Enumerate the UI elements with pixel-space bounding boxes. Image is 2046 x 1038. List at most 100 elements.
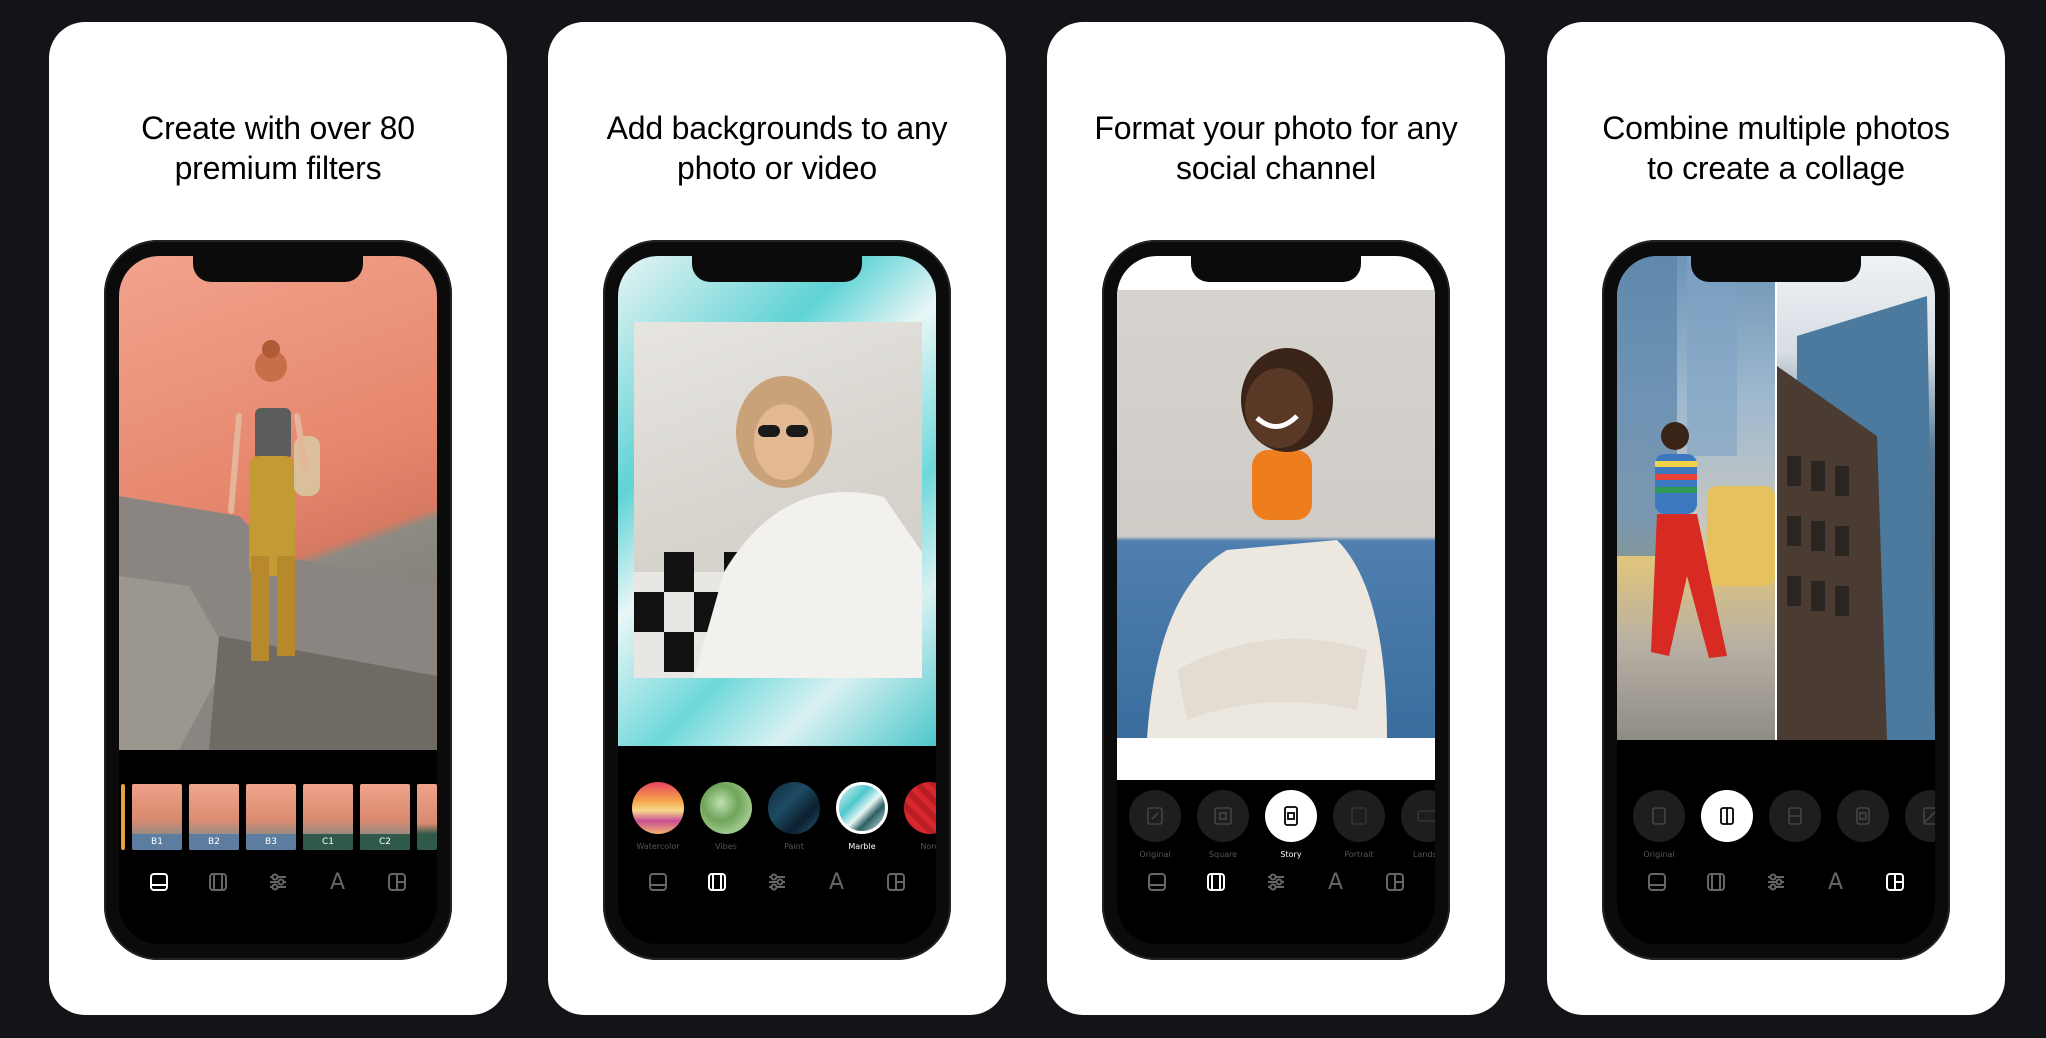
collage-icon xyxy=(388,873,407,891)
tab-bar: A xyxy=(1617,864,1935,900)
filter-strip[interactable]: B1 B2 B3 C1 C2 xyxy=(121,784,437,850)
tab-bar: A xyxy=(618,864,936,900)
bg-option-marble[interactable]: Marble xyxy=(836,782,888,862)
tab-adjust[interactable] xyxy=(759,864,795,900)
phone-screen: Original Square Story Portrait Landsc xyxy=(1117,256,1435,944)
card-title-line: social channel xyxy=(1176,150,1376,186)
tab-collage[interactable] xyxy=(878,864,914,900)
phone-mockup: Original Square Story Portrait Landsc xyxy=(1102,240,1450,960)
split-horizontal-icon xyxy=(1769,790,1821,842)
tab-bar: A xyxy=(119,864,437,900)
tab-collage[interactable] xyxy=(379,864,415,900)
filter-thumb[interactable]: C2 xyxy=(360,784,410,850)
tab-adjust[interactable] xyxy=(260,864,296,900)
filter-label: C1 xyxy=(303,834,353,850)
format-option-label: Original xyxy=(1139,850,1171,859)
collage-layout-options[interactable]: Original xyxy=(1617,790,1935,870)
filter-label: B1 xyxy=(132,834,182,850)
filter-thumb-partial[interactable] xyxy=(417,784,437,850)
frame-icon xyxy=(708,873,727,891)
card-title-line: premium filters xyxy=(174,150,382,186)
man-turtleneck-photo xyxy=(1147,348,1387,738)
phone-mockup: Original A xyxy=(1602,240,1950,960)
format-option-original[interactable]: Original xyxy=(1129,790,1181,870)
bg-option-label: Paint xyxy=(784,842,804,851)
photo-preview[interactable] xyxy=(119,256,437,750)
card-title: Create with over 80 premium filters xyxy=(49,108,507,188)
filter-thumb-partial[interactable] xyxy=(121,784,125,850)
feature-card-filters: Create with over 80 premium filters B1 B… xyxy=(49,22,507,1015)
bg-option-label: Nord xyxy=(920,842,936,851)
format-option-landscape[interactable]: Landsc xyxy=(1401,790,1435,870)
feature-card-backgrounds: Add backgrounds to any photo or video Wa… xyxy=(548,22,1006,1015)
format-option-label: Story xyxy=(1280,850,1302,859)
card-title-line: Format your photo for any xyxy=(1094,110,1458,146)
collage-option-original[interactable]: Original xyxy=(1633,790,1685,870)
diagonal-layout-icon xyxy=(1905,790,1935,842)
filter-thumb[interactable]: B2 xyxy=(189,784,239,850)
card-title: Add backgrounds to any photo or video xyxy=(548,108,1006,188)
bg-option-label: Marble xyxy=(848,842,876,851)
bg-option-paint[interactable]: Paint xyxy=(768,782,820,862)
tab-text[interactable]: A xyxy=(1818,864,1854,900)
tab-frame[interactable] xyxy=(699,864,735,900)
tab-adjust[interactable] xyxy=(1258,864,1294,900)
tab-collage[interactable] xyxy=(1877,864,1913,900)
bg-option-vibes[interactable]: Vibes xyxy=(700,782,752,862)
tab-layout[interactable] xyxy=(640,864,676,900)
photo-preview xyxy=(1117,290,1435,738)
tab-frame[interactable] xyxy=(1198,864,1234,900)
tab-layout[interactable] xyxy=(1639,864,1675,900)
tab-adjust[interactable] xyxy=(1758,864,1794,900)
adjust-icon xyxy=(1767,873,1784,891)
format-options[interactable]: Original Square Story Portrait Landsc xyxy=(1117,790,1435,870)
format-option-portrait[interactable]: Portrait xyxy=(1333,790,1385,870)
collage-left-photo[interactable] xyxy=(1617,256,1775,740)
phone-mockup: B1 B2 B3 C1 C2 A xyxy=(104,240,452,960)
card-title-line: Combine multiple photos xyxy=(1602,110,1950,146)
bg-option-nord[interactable]: Nord xyxy=(904,782,936,862)
filter-thumb[interactable]: B1 xyxy=(132,784,182,850)
photo-preview[interactable] xyxy=(618,256,936,746)
tab-layout[interactable] xyxy=(141,864,177,900)
format-option-story[interactable]: Story xyxy=(1265,790,1317,870)
card-title: Combine multiple photos to create a coll… xyxy=(1547,108,2005,188)
phone-screen: Original A xyxy=(1617,256,1935,944)
layout-icon xyxy=(1147,873,1166,891)
tab-layout[interactable] xyxy=(1139,864,1175,900)
original-layout-icon xyxy=(1633,790,1685,842)
filter-label: B2 xyxy=(189,834,239,850)
layout-icon xyxy=(149,873,168,891)
watercolor-swatch xyxy=(632,782,684,834)
phone-screen: B1 B2 B3 C1 C2 A xyxy=(119,256,437,944)
marble-swatch xyxy=(836,782,888,834)
square-format-icon xyxy=(1197,790,1249,842)
split-vertical-icon xyxy=(1701,790,1753,842)
filter-thumb[interactable]: B3 xyxy=(246,784,296,850)
collage-option-diagonal[interactable] xyxy=(1905,790,1935,870)
text-icon: A xyxy=(1828,869,1844,895)
story-canvas[interactable] xyxy=(1117,256,1435,780)
card-title-line: Add backgrounds to any xyxy=(606,110,948,146)
layout-icon xyxy=(1647,873,1666,891)
collage-preview[interactable] xyxy=(1617,256,1935,740)
collage-icon xyxy=(887,873,906,891)
collage-right-photo[interactable] xyxy=(1777,256,1935,740)
background-options[interactable]: Watercolor Vibes Paint Marble Nord xyxy=(618,782,936,862)
tab-text[interactable]: A xyxy=(320,864,356,900)
collage-option-inset[interactable] xyxy=(1837,790,1889,870)
tab-frame[interactable] xyxy=(200,864,236,900)
tab-text[interactable]: A xyxy=(819,864,855,900)
collage-option-split-vertical[interactable] xyxy=(1701,790,1753,870)
tab-collage[interactable] xyxy=(1377,864,1413,900)
phone-mockup: Watercolor Vibes Paint Marble Nord xyxy=(603,240,951,960)
paint-swatch xyxy=(768,782,820,834)
tab-frame[interactable] xyxy=(1698,864,1734,900)
bg-option-watercolor[interactable]: Watercolor xyxy=(632,782,684,862)
format-option-square[interactable]: Square xyxy=(1197,790,1249,870)
portrait-format-icon xyxy=(1333,790,1385,842)
tab-text[interactable]: A xyxy=(1318,864,1354,900)
collage-option-split-horizontal[interactable] xyxy=(1769,790,1821,870)
card-title-line: to create a collage xyxy=(1647,150,1905,186)
filter-thumb[interactable]: C1 xyxy=(303,784,353,850)
